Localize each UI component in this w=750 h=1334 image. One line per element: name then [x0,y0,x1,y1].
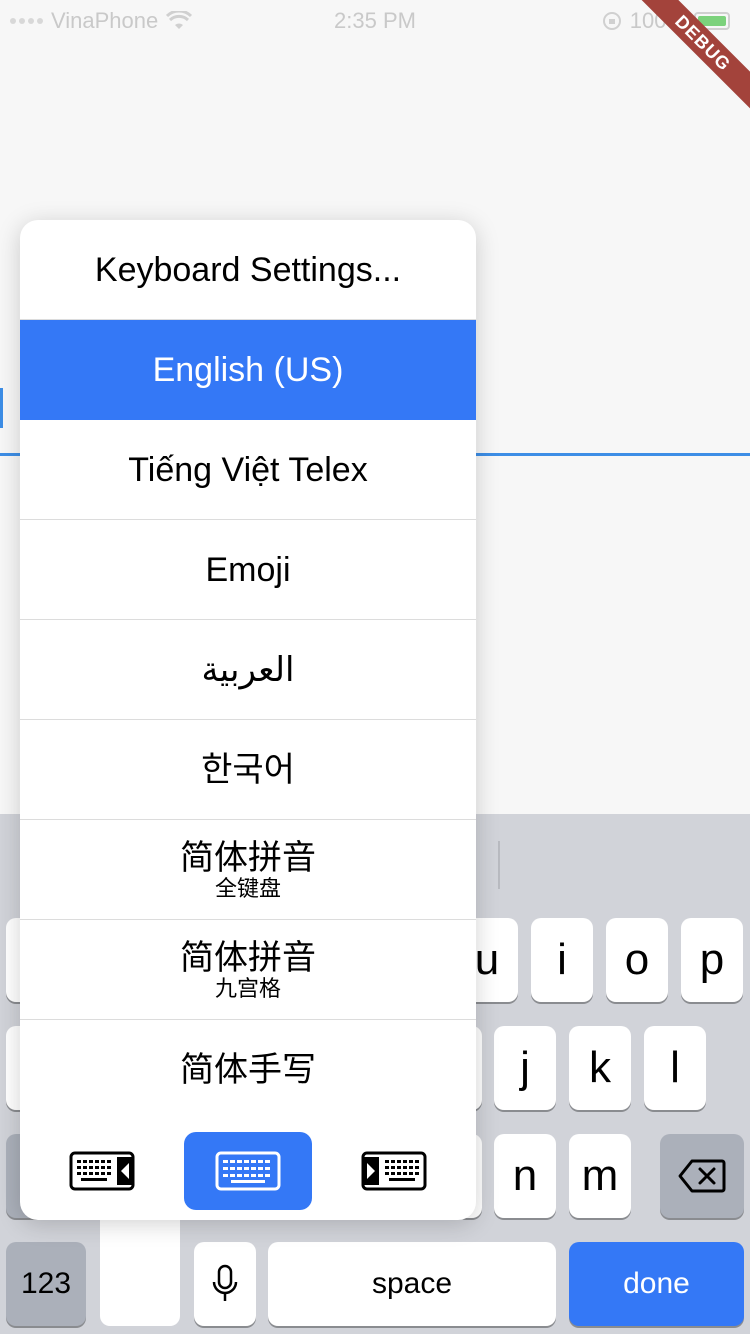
menu-item-keyboard-settings[interactable]: Keyboard Settings... [20,220,476,320]
keyboard-layout-options [20,1132,476,1210]
keyboard-left-button[interactable] [38,1132,166,1210]
menu-item-pinyin-qwerty[interactable]: 简体拼音 全键盘 [20,820,476,920]
numbers-key[interactable]: 123 [6,1242,86,1326]
menu-item-korean[interactable]: 한국어 [20,720,476,820]
menu-item-english-us[interactable]: English (US) [20,320,476,420]
key-p[interactable]: p [681,918,743,1002]
status-bar: VinaPhone 2:35 PM 100% DEBUG [0,0,750,113]
keyboard-left-icon [69,1151,135,1191]
keyboard-right-button[interactable] [330,1132,458,1210]
backspace-icon [678,1159,726,1193]
menu-item-vietnamese-telex[interactable]: Tiếng Việt Telex [20,420,476,520]
microphone-icon [212,1264,238,1301]
key-o[interactable]: o [606,918,668,1002]
key-m[interactable]: m [569,1134,631,1218]
key-l[interactable]: l [644,1026,706,1110]
menu-item-emoji[interactable]: Emoji [20,520,476,620]
menu-item-pinyin-10key[interactable]: 简体拼音 九宫格 [20,920,476,1020]
rotation-lock-icon [602,12,621,30]
key-i[interactable]: i [531,918,593,1002]
menu-item-handwriting[interactable]: 简体手写 [20,1020,476,1120]
backspace-key[interactable] [660,1134,744,1218]
menu-item-arabic[interactable]: العربية [20,620,476,720]
text-field-edge[interactable] [0,388,3,428]
keyboard-full-button[interactable] [184,1132,312,1210]
suggestion-divider [498,841,500,889]
keyboard-switcher-menu: Keyboard Settings... English (US) Tiếng … [20,220,476,1220]
keyboard-full-icon [215,1151,281,1191]
done-key[interactable]: done [569,1242,744,1326]
dictation-key[interactable] [194,1242,256,1326]
space-key[interactable]: space [268,1242,556,1326]
key-j[interactable]: j [494,1026,556,1110]
keyboard-right-icon [361,1151,427,1191]
key-n[interactable]: n [494,1134,556,1218]
key-k[interactable]: k [569,1026,631,1110]
globe-key[interactable] [100,1210,180,1326]
